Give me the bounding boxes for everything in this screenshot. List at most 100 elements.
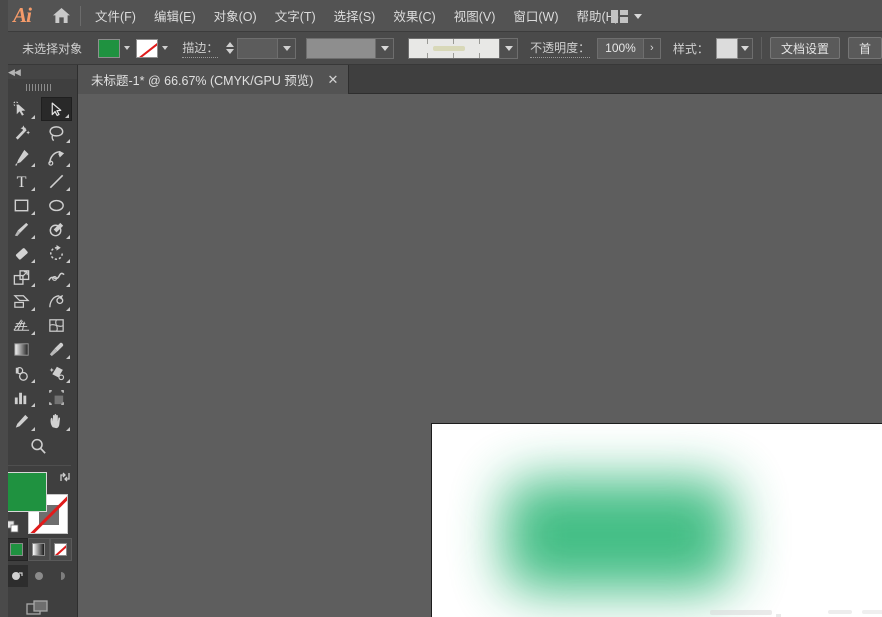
menu-item-object[interactable]: 对象(O) <box>206 1 265 30</box>
brush-definition-chevron-down-icon[interactable] <box>499 39 517 58</box>
close-icon[interactable]: ✕ <box>327 73 338 86</box>
workspace-switcher[interactable] <box>603 0 650 32</box>
free-transform-tool[interactable] <box>6 289 37 313</box>
selection-tool[interactable] <box>6 97 37 121</box>
paintbrush-tool[interactable] <box>6 217 37 241</box>
stroke-chevron-down-icon[interactable] <box>162 46 168 50</box>
artboard-tool[interactable] <box>41 385 72 409</box>
perspective-grid-tool[interactable] <box>6 313 37 337</box>
stroke-weight-chevron-down-icon[interactable] <box>277 39 295 58</box>
menu-item-effect[interactable]: 效果(C) <box>385 1 443 30</box>
eraser-tool[interactable] <box>6 241 37 265</box>
tools-panel-divider <box>6 465 71 466</box>
color-mode-color[interactable] <box>6 538 28 561</box>
control-bar-divider <box>761 37 762 59</box>
menu-divider <box>80 6 81 26</box>
stroke-profile-chevron-down-icon[interactable] <box>375 39 393 58</box>
stroke-weight-field[interactable] <box>237 38 296 59</box>
menu-item-select[interactable]: 选择(S) <box>326 1 384 30</box>
column-graph-tool[interactable] <box>6 385 37 409</box>
fill-swatch[interactable] <box>98 39 120 58</box>
gradient-tool[interactable] <box>6 337 37 361</box>
style-label: 样式： <box>673 40 709 57</box>
left-dock-edge <box>0 0 8 617</box>
fill-proxy-swatch[interactable] <box>7 472 47 512</box>
menu-bar: Ai 文件(F) 编辑(E) 对象(O) 文字(T) 选择(S) 效果(C) 视… <box>0 0 882 32</box>
screen-mode-icon[interactable] <box>6 595 72 617</box>
preferences-button[interactable]: 首 <box>848 37 882 59</box>
slice-tool[interactable] <box>6 409 37 433</box>
canvas-artifact-c <box>862 610 882 614</box>
pen-tool[interactable] <box>6 145 37 169</box>
chevron-down-icon <box>634 14 642 19</box>
rotate-tool[interactable] <box>41 241 72 265</box>
artboard-1[interactable] <box>431 423 882 617</box>
color-mode-none[interactable] <box>50 538 72 561</box>
opacity-field[interactable]: 100% › <box>597 38 661 59</box>
stroke-profile-dropdown[interactable] <box>306 38 394 59</box>
brush-definition-dropdown[interactable] <box>408 38 518 59</box>
shape-builder-tool[interactable] <box>41 289 72 313</box>
color-mode-row <box>6 538 72 561</box>
fill-chevron-down-icon[interactable] <box>124 46 130 50</box>
color-mode-gradient[interactable] <box>28 538 50 561</box>
menu-items: 文件(F) 编辑(E) 对象(O) 文字(T) 选择(S) 效果(C) 视图(V… <box>87 1 627 30</box>
stroke-swatch[interactable] <box>136 39 158 58</box>
zoom-tool[interactable] <box>6 433 72 459</box>
illustrator-window: Ai 文件(F) 编辑(E) 对象(O) 文字(T) 选择(S) 效果(C) 视… <box>0 0 882 617</box>
curvature-tool[interactable] <box>41 145 72 169</box>
document-tab[interactable]: 未标题-1* @ 66.67% (CMYK/GPU 预览) ✕ <box>78 65 349 94</box>
menu-item-window[interactable]: 窗口(W) <box>505 1 566 30</box>
live-paint-bucket-tool[interactable] <box>41 361 72 385</box>
fill-stroke-proxy <box>6 472 72 532</box>
stroke-weight-stepper[interactable] <box>224 38 235 59</box>
width-tool[interactable] <box>41 265 72 289</box>
direct-selection-tool[interactable] <box>41 97 72 121</box>
stroke-weight-label[interactable]: 描边： <box>182 39 218 58</box>
tools-panel-header: ◀◀ <box>0 65 77 79</box>
opacity-label[interactable]: 不透明度： <box>530 39 590 58</box>
double-chevron-left-icon[interactable]: ◀◀ <box>8 67 20 78</box>
document-tab-bar: 未标题-1* @ 66.67% (CMYK/GPU 预览) ✕ <box>78 65 882 94</box>
tools-panel: ◀◀ <box>0 65 78 617</box>
svg-text:T: T <box>16 174 26 191</box>
selection-status-label: 未选择对象 <box>22 40 82 57</box>
opacity-arrow-icon[interactable]: › <box>643 39 660 58</box>
canvas-artifact-b <box>828 610 852 614</box>
draw-behind-mode[interactable] <box>28 565 50 587</box>
eyedropper-tool[interactable] <box>41 337 72 361</box>
blurred-green-rectangle[interactable] <box>504 479 734 591</box>
graphic-style-swatch[interactable] <box>716 38 738 59</box>
menu-item-edit[interactable]: 编辑(E) <box>146 1 204 30</box>
document-tab-title: 未标题-1* @ 66.67% (CMYK/GPU 预览) <box>91 70 313 89</box>
mesh-tool[interactable] <box>41 313 72 337</box>
workspace-layout-icon <box>611 10 628 23</box>
canvas-artifact-a <box>710 610 772 615</box>
menu-item-file[interactable]: 文件(F) <box>87 1 144 30</box>
control-bar: 未选择对象 描边： <box>0 32 882 65</box>
rectangle-tool[interactable] <box>6 193 37 217</box>
style-chevron-down-icon[interactable] <box>738 38 753 59</box>
document-canvas[interactable] <box>78 94 882 617</box>
menu-item-type[interactable]: 文字(T) <box>267 1 324 30</box>
ellipse-tool[interactable] <box>41 193 72 217</box>
draw-mode-row <box>6 565 72 587</box>
type-tool[interactable]: T <box>6 169 37 193</box>
document-setup-button[interactable]: 文档设置 <box>770 37 840 59</box>
hand-tool[interactable] <box>41 409 72 433</box>
tools-panel-grip[interactable] <box>0 79 77 95</box>
blend-tool[interactable] <box>6 361 37 385</box>
home-icon[interactable] <box>44 0 78 32</box>
line-segment-tool[interactable] <box>41 169 72 193</box>
magic-wand-tool[interactable] <box>6 121 37 145</box>
swap-fill-stroke-icon[interactable] <box>58 470 72 484</box>
lasso-tool[interactable] <box>41 121 72 145</box>
draw-inside-mode[interactable] <box>50 565 72 587</box>
menu-item-view[interactable]: 视图(V) <box>446 1 504 30</box>
scale-tool[interactable] <box>6 265 37 289</box>
shaper-tool[interactable] <box>41 217 72 241</box>
brush-definition-preview <box>409 39 499 58</box>
opacity-value: 100% <box>598 41 643 55</box>
tool-grid: T <box>0 95 77 433</box>
draw-normal-mode[interactable] <box>6 565 28 587</box>
